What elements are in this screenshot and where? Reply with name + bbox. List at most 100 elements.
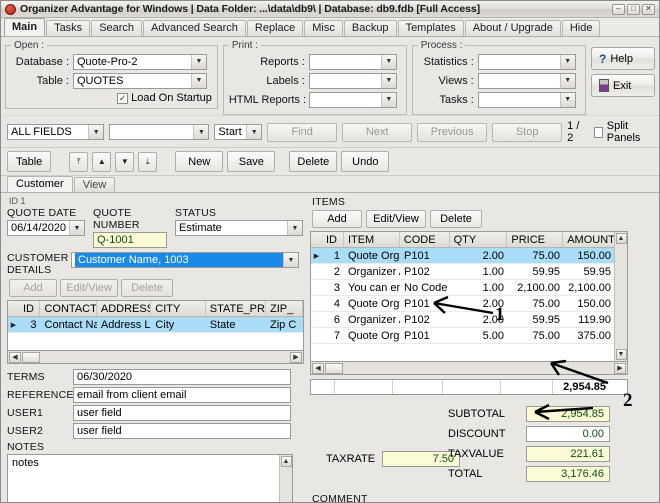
chevron-down-icon[interactable]: ▼: [283, 253, 298, 267]
items-col-qty: QTY: [450, 232, 508, 247]
user1-field[interactable]: user field: [73, 405, 291, 421]
details-edit-button[interactable]: Edit/View: [60, 279, 118, 297]
scroll-up-icon[interactable]: ▲: [280, 456, 292, 467]
chevron-down-icon[interactable]: ▼: [193, 125, 209, 139]
find-button[interactable]: Find: [267, 122, 338, 142]
quote-date-field[interactable]: 06/14/2020 ▼: [7, 220, 85, 236]
table-button[interactable]: Table: [7, 151, 52, 172]
items-grid-row[interactable]: ▶ 1 Quote Organi P101 2.00 75.00 150.00: [311, 248, 627, 264]
details-add-button[interactable]: Add: [9, 279, 57, 297]
scroll-right-icon[interactable]: ▶: [614, 362, 626, 374]
discount-field[interactable]: 0.00: [526, 426, 610, 442]
tab-replace[interactable]: Replace: [246, 20, 304, 36]
details-delete-button[interactable]: Delete: [121, 279, 173, 297]
chevron-down-icon[interactable]: ▼: [380, 54, 396, 69]
tab-templates[interactable]: Templates: [397, 20, 464, 36]
items-grid-row[interactable]: 6Organizer AdP1022.0059.95119.90: [311, 312, 627, 328]
items-grid-hscrollbar[interactable]: ◀ ▶: [310, 362, 628, 375]
chevron-down-icon[interactable]: ▼: [246, 125, 262, 139]
table-combo[interactable]: QUOTES ▼: [73, 72, 207, 89]
reports-combo[interactable]: ▼: [308, 53, 397, 70]
items-grid-row[interactable]: 7 Quote Organi P101 5.00 75.00 375.00: [311, 328, 627, 344]
record-id-label: ID 1: [9, 196, 26, 206]
new-record-button[interactable]: New: [175, 151, 224, 172]
chevron-down-icon[interactable]: ▼: [88, 125, 104, 139]
tab-search[interactable]: Search: [91, 20, 143, 36]
save-record-button[interactable]: Save: [227, 151, 276, 172]
items-delete-button[interactable]: Delete: [430, 210, 482, 228]
reference-field[interactable]: email from client email: [73, 387, 291, 403]
details-grid-row[interactable]: ▶ 3 Contact Name Address Line City State…: [8, 317, 303, 333]
minimize-button[interactable]: –: [612, 3, 625, 15]
quote-number-field[interactable]: Q-1001: [93, 232, 167, 248]
chevron-down-icon[interactable]: ▼: [287, 221, 302, 235]
items-grid-row[interactable]: 4Quote OrganiP1012.0075.00150.00: [311, 296, 627, 312]
items-add-button[interactable]: Add: [312, 210, 362, 228]
statistics-combo[interactable]: ▼: [477, 53, 576, 70]
user2-field[interactable]: user field: [73, 423, 291, 439]
process-tasks-combo[interactable]: ▼: [477, 91, 576, 108]
scroll-up-icon[interactable]: ▲: [615, 233, 627, 244]
load-on-startup-row[interactable]: ✓ Load On Startup: [11, 91, 212, 104]
tab-customer[interactable]: Customer: [7, 176, 73, 192]
items-grid-row[interactable]: 2 Organizer Ad P102 1.00 59.95 59.95: [311, 264, 627, 280]
items-grid[interactable]: ID ITEM CODE QTY PRICE AMOUNT ▶ 1 Quote Or…: [310, 231, 628, 362]
details-hscroll-thumb[interactable]: [22, 351, 40, 363]
split-panels-checkbox[interactable]: [594, 126, 603, 138]
stop-button[interactable]: Stop: [492, 122, 563, 142]
tab-hide[interactable]: Hide: [561, 20, 601, 36]
nav-first-button[interactable]: ⤒: [69, 151, 89, 172]
chevron-down-icon[interactable]: ▼: [380, 92, 396, 107]
next-button[interactable]: Next: [342, 122, 413, 142]
maximize-button[interactable]: □: [627, 3, 640, 15]
scroll-down-icon[interactable]: ▼: [615, 349, 627, 360]
help-button[interactable]: ? Help: [590, 47, 655, 70]
tab-about-upgrade[interactable]: About / Upgrade: [464, 20, 561, 36]
tab-view[interactable]: View: [73, 177, 116, 192]
details-grid-hscrollbar[interactable]: ◀ ▶: [7, 351, 304, 364]
search-input[interactable]: ▼: [109, 124, 210, 140]
chevron-down-icon[interactable]: ▼: [559, 92, 575, 107]
notes-textarea[interactable]: notes ▲ ▼: [7, 454, 293, 502]
database-combo[interactable]: Quote-Pro-2 ▼: [73, 53, 207, 70]
exit-button[interactable]: Exit: [590, 74, 655, 97]
labels-combo[interactable]: ▼: [308, 72, 397, 89]
chevron-down-icon[interactable]: ▼: [380, 73, 396, 88]
chevron-down-icon[interactable]: ▼: [191, 73, 206, 88]
items-grid-row[interactable]: 3 You can enter No Code 1.00 2,100.00 2,100.0…: [311, 280, 627, 296]
previous-button[interactable]: Previous: [417, 122, 488, 142]
nav-next-button[interactable]: ▼: [115, 151, 135, 172]
chevron-down-icon[interactable]: ▼: [559, 54, 575, 69]
tab-backup[interactable]: Backup: [343, 20, 397, 36]
scroll-left-icon[interactable]: ◀: [9, 351, 21, 363]
items-hscroll-thumb[interactable]: [325, 362, 343, 374]
undo-button[interactable]: Undo: [341, 151, 390, 172]
load-on-startup-checkbox[interactable]: ✓: [117, 92, 129, 104]
html-reports-combo[interactable]: ▼: [308, 91, 397, 108]
split-panels-row[interactable]: Split Panels: [594, 120, 653, 144]
chevron-down-icon[interactable]: ▼: [191, 54, 206, 69]
items-edit-button[interactable]: Edit/View: [366, 210, 426, 228]
terms-field[interactable]: 06/30/2020: [73, 369, 291, 385]
status-combo[interactable]: Estimate ▼: [175, 220, 303, 236]
nav-previous-button[interactable]: ▲: [92, 151, 112, 172]
items-grid-vscrollbar[interactable]: ▲ ▼: [614, 232, 627, 361]
scroll-left-icon[interactable]: ◀: [312, 362, 324, 374]
notes-vscrollbar[interactable]: ▲ ▼: [279, 455, 292, 502]
chevron-down-icon[interactable]: ▼: [69, 221, 84, 235]
chevron-down-icon[interactable]: ▼: [559, 73, 575, 88]
scroll-right-icon[interactable]: ▶: [290, 351, 302, 363]
delete-record-button[interactable]: Delete: [289, 151, 338, 172]
search-scope-combo[interactable]: ALL FIELDS ▼: [7, 124, 105, 140]
tab-misc[interactable]: Misc: [304, 20, 343, 36]
views-combo[interactable]: ▼: [477, 72, 576, 89]
close-button[interactable]: ✕: [642, 3, 655, 15]
search-match-mode-combo[interactable]: Start ▼: [214, 124, 263, 140]
customer-combo[interactable]: Customer Name, 1003 ▼: [71, 252, 299, 268]
tab-advanced-search[interactable]: Advanced Search: [143, 20, 246, 36]
tab-main[interactable]: Main: [4, 18, 46, 36]
details-grid[interactable]: ID CONTACT ADDRESS1 CITY STATE_PROV ZIP_…: [7, 300, 304, 351]
tab-tasks[interactable]: Tasks: [46, 20, 91, 36]
record-toolbar: Table ⤒ ▲ ▼ ⤓ New Save Delete Undo: [1, 147, 659, 176]
nav-last-button[interactable]: ⤓: [138, 151, 158, 172]
